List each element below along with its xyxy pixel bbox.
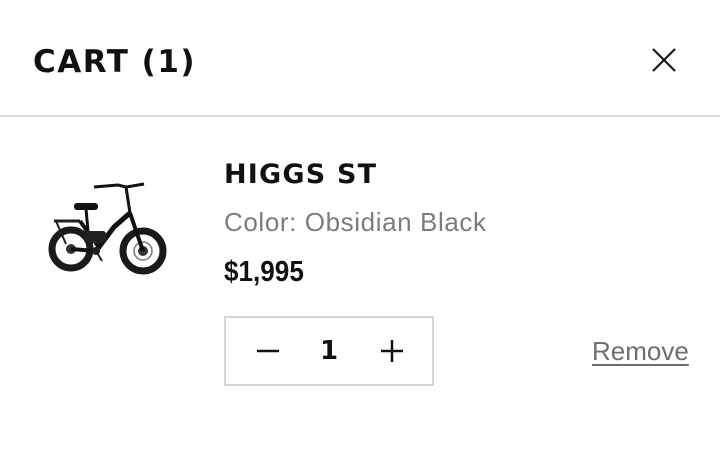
product-name[interactable]: HIGGS ST — [224, 157, 377, 193]
cart-header: CART (1) — [0, 0, 720, 117]
close-button[interactable] — [644, 40, 684, 80]
increase-quantity-button[interactable] — [362, 318, 422, 384]
decrease-quantity-button[interactable] — [238, 318, 298, 384]
cart-item: HIGGS ST Color: Obsidian Black $1,995 1 … — [0, 119, 720, 454]
cart-title: CART (1) — [33, 44, 197, 80]
quantity-value[interactable]: 1 — [304, 318, 354, 384]
minus-icon — [257, 349, 279, 353]
product-color: Color: Obsidian Black — [224, 207, 487, 237]
quantity-stepper: 1 — [224, 316, 434, 386]
close-icon — [652, 48, 676, 72]
plus-icon — [381, 340, 403, 362]
remove-button[interactable]: Remove — [592, 332, 689, 370]
product-image[interactable] — [44, 169, 174, 299]
e-bike-icon — [48, 182, 167, 275]
product-price: $1,995 — [224, 256, 304, 288]
